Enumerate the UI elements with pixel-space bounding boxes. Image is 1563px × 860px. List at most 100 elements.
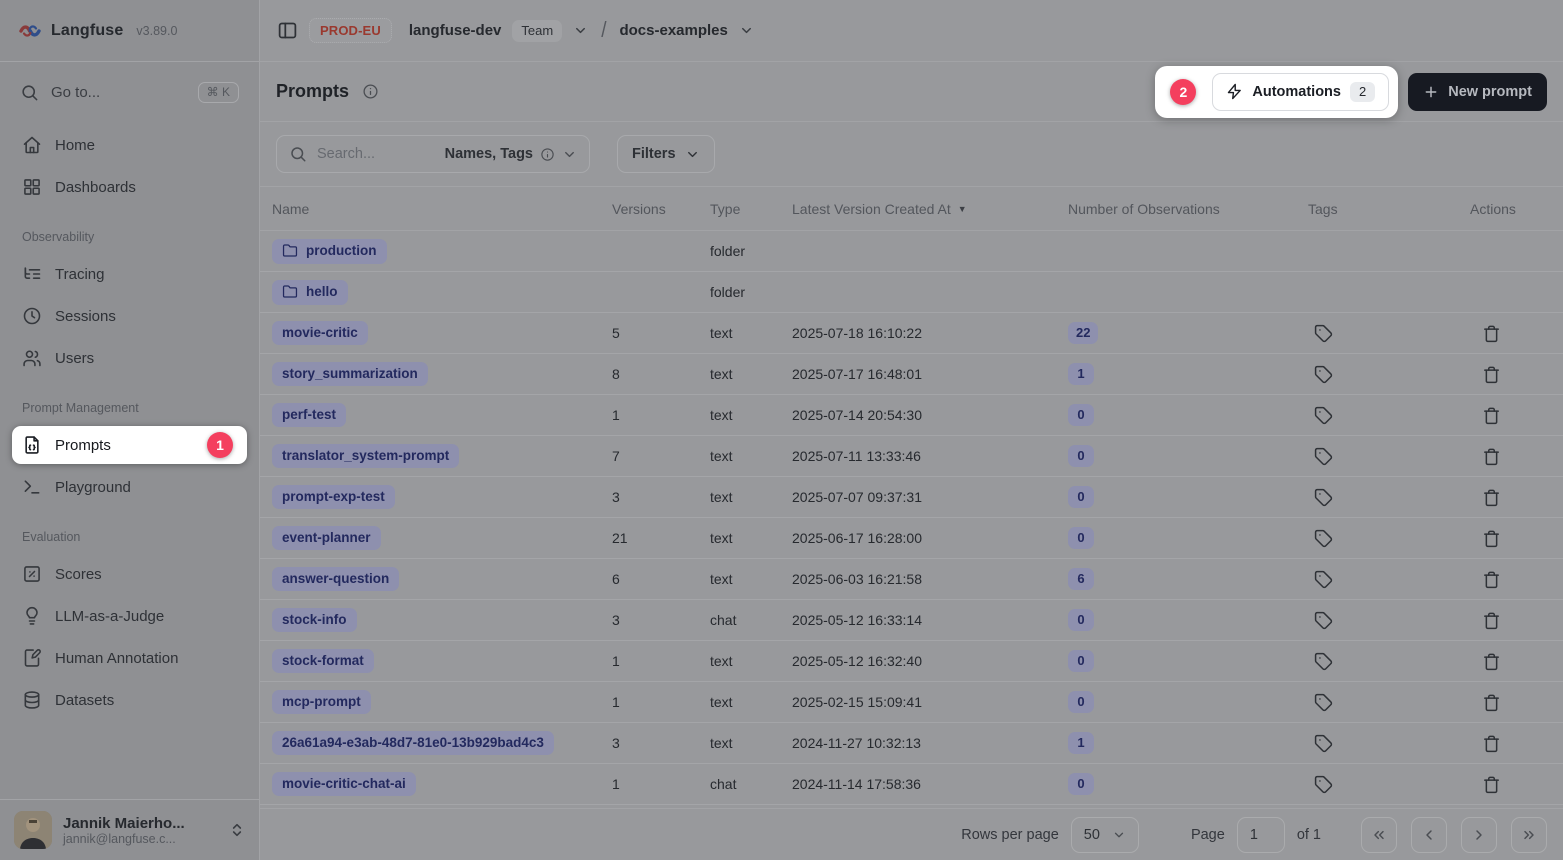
name-cell: hello — [272, 280, 612, 305]
prompt-name-badge[interactable]: stock-format — [272, 649, 374, 673]
column-header-versions[interactable]: Versions — [612, 201, 710, 217]
column-header-number-of-observations[interactable]: Number of Observations — [1068, 201, 1308, 217]
rows-per-page-select[interactable]: 50 — [1071, 817, 1139, 853]
column-header-type[interactable]: Type — [710, 201, 792, 217]
info-icon[interactable] — [362, 83, 379, 100]
trash-icon[interactable] — [1482, 611, 1502, 630]
observations-count-badge: 1 — [1068, 732, 1094, 754]
prompt-name-badge[interactable]: stock-info — [272, 608, 357, 632]
trash-icon[interactable] — [1482, 529, 1502, 548]
table-row[interactable]: hellofolder — [260, 272, 1563, 313]
trash-icon[interactable] — [1482, 324, 1502, 343]
tag-icon[interactable] — [1314, 693, 1334, 712]
first-page-button[interactable] — [1361, 817, 1397, 853]
trash-icon[interactable] — [1482, 488, 1502, 507]
prompt-name-badge[interactable]: answer-question — [272, 567, 399, 591]
folder-name-badge[interactable]: production — [272, 239, 387, 264]
tag-icon[interactable] — [1314, 734, 1334, 753]
table-row[interactable]: answer-question6text2025-06-03 16:21:586 — [260, 559, 1563, 600]
column-header-tags[interactable]: Tags — [1308, 201, 1470, 217]
sidebar-item-tracing[interactable]: Tracing — [12, 255, 247, 293]
tag-icon[interactable] — [1314, 611, 1334, 630]
trash-icon[interactable] — [1482, 652, 1502, 671]
tag-icon[interactable] — [1314, 447, 1334, 466]
chevron-down-icon — [562, 147, 577, 162]
folder-name-badge[interactable]: hello — [272, 280, 348, 305]
sidebar-item-human-annotation[interactable]: Human Annotation — [12, 639, 247, 677]
search-scope-dropdown[interactable]: Names, Tags — [445, 146, 577, 162]
environment-badge[interactable]: PROD-EU — [309, 18, 392, 43]
table-row[interactable]: productionfolder — [260, 231, 1563, 272]
last-page-button[interactable] — [1511, 817, 1547, 853]
tag-icon[interactable] — [1314, 324, 1334, 343]
new-prompt-button[interactable]: New prompt — [1408, 73, 1547, 111]
column-header-latest-version-created-at[interactable]: Latest Version Created At▼ — [792, 201, 1068, 217]
table-row[interactable]: translator_system-prompt7text2025-07-11 … — [260, 436, 1563, 477]
table-row[interactable]: movie-critic-chat-ai1chat2024-11-14 17:5… — [260, 764, 1563, 805]
tag-icon[interactable] — [1314, 529, 1334, 548]
prompt-name-badge[interactable]: story_summarization — [272, 362, 428, 386]
page-number-input[interactable]: 1 — [1237, 817, 1285, 853]
column-header-actions[interactable]: Actions — [1470, 201, 1563, 217]
org-name[interactable]: langfuse-dev — [409, 22, 502, 39]
sidebar-toggle-icon[interactable] — [277, 20, 298, 41]
table-row[interactable]: prompt-exp-test3text2025-07-07 09:37:310 — [260, 477, 1563, 518]
trash-icon[interactable] — [1482, 406, 1502, 425]
trash-icon[interactable] — [1482, 734, 1502, 753]
filters-button[interactable]: Filters — [617, 135, 715, 173]
observations-cell: 6 — [1068, 568, 1308, 590]
search-input[interactable]: Search... Names, Tags — [276, 135, 590, 173]
sidebar-item-users[interactable]: Users — [12, 339, 247, 377]
chevron-down-icon[interactable] — [573, 23, 588, 38]
sidebar-item-prompts[interactable]: Prompts1 — [12, 426, 247, 464]
prompt-name-badge[interactable]: translator_system-prompt — [272, 444, 459, 468]
tag-icon[interactable] — [1314, 570, 1334, 589]
tag-icon[interactable] — [1314, 365, 1334, 384]
prompt-name-badge[interactable]: mcp-prompt — [272, 690, 371, 714]
prompt-name-badge[interactable]: prompt-exp-test — [272, 485, 395, 509]
sidebar-item-sessions[interactable]: Sessions — [12, 297, 247, 335]
next-page-button[interactable] — [1461, 817, 1497, 853]
tag-icon[interactable] — [1314, 488, 1334, 507]
automations-button[interactable]: Automations 2 — [1212, 73, 1389, 111]
table-row[interactable]: perf-test1text2025-07-14 20:54:300 — [260, 395, 1563, 436]
table-row[interactable]: 26a61a94-e3ab-48d7-81e0-13b929bad4c33tex… — [260, 723, 1563, 764]
user-menu[interactable]: Jannik Maierho... jannik@langfuse.c... — [0, 799, 259, 860]
table-row[interactable]: story_summarization8text2025-07-17 16:48… — [260, 354, 1563, 395]
type-cell: text — [710, 448, 792, 464]
table-row[interactable]: event-planner21text2025-06-17 16:28:000 — [260, 518, 1563, 559]
trash-icon[interactable] — [1482, 775, 1502, 794]
prompt-name-badge[interactable]: perf-test — [272, 403, 346, 427]
observations-count-badge: 1 — [1068, 363, 1094, 385]
prompt-name-badge[interactable]: movie-critic-chat-ai — [272, 772, 416, 796]
sidebar-item-home[interactable]: Home — [12, 126, 247, 164]
trash-icon[interactable] — [1482, 365, 1502, 384]
project-name[interactable]: docs-examples — [619, 22, 727, 39]
table-row[interactable]: movie-critic5text2025-07-18 16:10:2222 — [260, 313, 1563, 354]
trash-icon[interactable] — [1482, 447, 1502, 466]
tag-icon[interactable] — [1314, 652, 1334, 671]
sidebar-item-scores[interactable]: Scores — [12, 555, 247, 593]
prompt-name-badge[interactable]: event-planner — [272, 526, 381, 550]
prompt-name-badge[interactable]: movie-critic — [272, 321, 368, 345]
prev-page-button[interactable] — [1411, 817, 1447, 853]
org-plan-badge: Team — [512, 20, 562, 42]
observations-cell: 0 — [1068, 527, 1308, 549]
chevron-down-icon[interactable] — [739, 23, 754, 38]
trash-icon[interactable] — [1482, 570, 1502, 589]
trash-icon[interactable] — [1482, 693, 1502, 712]
tag-icon[interactable] — [1314, 775, 1334, 794]
table-row[interactable]: stock-format1text2025-05-12 16:32:400 — [260, 641, 1563, 682]
chevrons-up-down-icon — [229, 822, 245, 838]
table-row[interactable]: stock-info3chat2025-05-12 16:33:140 — [260, 600, 1563, 641]
goto-search[interactable]: Go to... ⌘ K — [10, 75, 249, 110]
created-at-cell: 2025-07-14 20:54:30 — [792, 407, 1068, 423]
sidebar-item-llm-as-a-judge[interactable]: LLM-as-a-Judge — [12, 597, 247, 635]
sidebar-item-dashboards[interactable]: Dashboards — [12, 168, 247, 206]
sidebar-item-playground[interactable]: Playground — [12, 468, 247, 506]
prompt-name-badge[interactable]: 26a61a94-e3ab-48d7-81e0-13b929bad4c3 — [272, 731, 554, 755]
tag-icon[interactable] — [1314, 406, 1334, 425]
table-row[interactable]: mcp-prompt1text2025-02-15 15:09:410 — [260, 682, 1563, 723]
sidebar-item-datasets[interactable]: Datasets — [12, 681, 247, 719]
column-header-name[interactable]: Name — [272, 201, 612, 217]
